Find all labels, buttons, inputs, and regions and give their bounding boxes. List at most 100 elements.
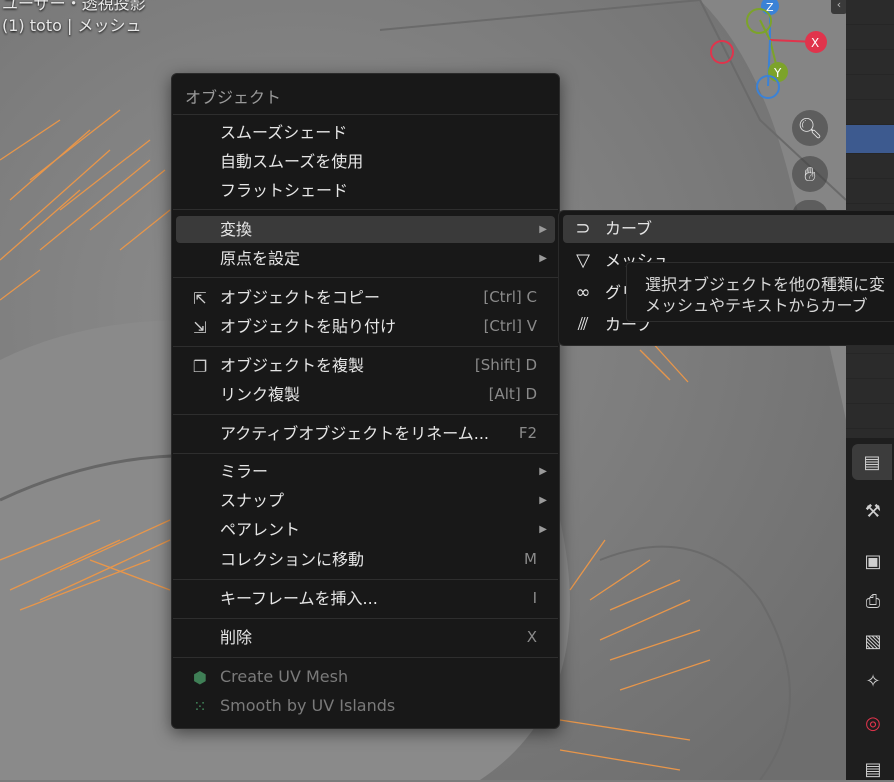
menu-item-label: リンク複製 [220,385,301,404]
menu-item-set-origin[interactable]: 原点を設定 ▶ [176,245,555,272]
menu-item-rename-active[interactable]: アクティブオブジェクトをリネーム... F2 [176,420,555,447]
gizmo-y-label: Y [773,66,782,80]
tooltip-line-2: メッシュやテキストからカーブ [645,296,868,315]
menu-item-label: オブジェクトをコピー [220,288,381,307]
menu-separator [173,657,558,658]
menu-item-label: オブジェクトを貼り付け [220,317,397,336]
uv-mesh-addon-icon: ⬢ [193,667,207,687]
menu-item-shortcut: I [532,589,537,607]
menu-item-label: スムーズシェード [220,123,348,142]
menu-separator [173,414,558,415]
outliner-row[interactable] [846,179,894,204]
menu-item-label: Create UV Mesh [220,667,349,686]
menu-item-shortcut: M [524,550,537,568]
menu-item-smooth-shade[interactable]: スムーズシェード [176,119,555,146]
menu-separator [173,277,558,278]
menu-item-parent[interactable]: ペアレント ▶ [176,516,555,543]
gizmo-x-label: X [811,36,819,50]
menu-separator [173,453,558,454]
menu-item-shortcut: [Alt] D [488,385,537,403]
submenu-arrow-icon: ▶ [539,224,547,235]
panel-collapse-arrow[interactable]: ‹ [831,0,847,14]
menu-separator [173,579,558,580]
render-properties-icon[interactable]: ▣ [860,548,886,574]
hand-pan-icon[interactable]: ✋︎ [792,156,828,192]
menu-separator [173,618,558,619]
menu-item-copy-objects[interactable]: ⇱ オブジェクトをコピー [Ctrl] C [176,284,555,311]
menu-item-flat-shade[interactable]: フラットシェード [176,177,555,204]
outliner-row[interactable] [846,379,894,404]
grease-pencil-icon: ∞ [575,282,591,303]
menu-item-mirror[interactable]: ミラー ▶ [176,458,555,485]
menu-separator [173,346,558,347]
copy-object-icon: ⇱ [193,288,207,308]
menu-item-create-uv-mesh[interactable]: ⬢ Create UV Mesh [176,663,555,690]
object-info-label: (1) toto | メッシュ [2,16,142,35]
tooltip: 選択オブジェクトを他の種類に変 メッシュやテキストからカーブ [626,262,894,322]
menu-item-duplicate[interactable]: ❐ オブジェクトを複製 [Shift] D [176,352,555,379]
menu-item-label: スナップ [220,491,285,510]
tool-settings-icon[interactable]: ⚒ [860,498,886,524]
menu-separator [173,209,558,210]
menu-item-insert-keyframe[interactable]: キーフレームを挿入... I [176,585,555,612]
properties-tab-bar: ▤ ⚒ ▣ ⎙ ▧ ✧ ◎ ▤ [846,438,894,780]
menu-item-auto-smooth[interactable]: 自動スムーズを使用 [176,148,555,175]
editor-type-icon[interactable]: ▤ [852,444,892,480]
outliner-row[interactable] [846,25,894,50]
menu-item-shortcut: [Ctrl] C [483,288,537,306]
duplicate-icon: ❐ [192,356,208,376]
menu-item-label: ミラー [220,462,269,481]
menu-item-label: ペアレント [220,520,301,539]
object-context-menu: オブジェクト スムーズシェード 自動スムーズを使用 フラットシェード 変換 ▶ … [171,73,560,729]
submenu-item-curve[interactable]: ⊃ カーブ [563,215,894,243]
menu-item-label: 変換 [220,220,253,239]
menu-item-shortcut: F2 [518,424,537,442]
outliner-row[interactable] [846,75,894,100]
menu-item-shortcut: X [526,628,537,646]
outliner-row[interactable] [846,0,894,25]
menu-item-convert[interactable]: 変換 ▶ [176,216,555,243]
mesh-icon: ▽ [576,250,590,271]
gizmo-z-label: Z [766,1,774,14]
navigation-gizmo[interactable]: Z X Y [700,0,840,110]
menu-item-label: Smooth by UV Islands [220,696,396,715]
submenu-arrow-icon: ▶ [539,253,547,264]
paste-object-icon: ⇲ [193,317,207,337]
submenu-item-label: カーブ [605,219,653,238]
menu-item-move-to-collection[interactable]: コレクションに移動 M [176,546,555,573]
uv-islands-addon-icon: ⁙ [193,696,207,716]
menu-item-smooth-uv-islands[interactable]: ⁙ Smooth by UV Islands [176,692,555,719]
menu-item-shortcut: [Ctrl] V [483,317,537,335]
menu-item-duplicate-linked[interactable]: リンク複製 [Alt] D [176,381,555,408]
outliner-row[interactable] [846,100,894,125]
menu-item-label: フラットシェード [220,181,349,200]
menu-item-label: 削除 [220,628,253,647]
outliner-row[interactable] [846,50,894,75]
collection-properties-icon[interactable]: ▤ [860,756,886,782]
menu-item-label: アクティブオブジェクトをリネーム... [220,424,490,443]
menu-item-label: 原点を設定 [220,249,301,268]
curves-hair-icon: ⫻ [577,314,589,335]
menu-item-label: キーフレームを挿入... [220,589,378,608]
menu-separator [173,114,558,115]
menu-title: オブジェクト [185,88,282,107]
menu-item-snap[interactable]: スナップ ▶ [176,487,555,514]
scene-properties-icon[interactable]: ✧ [860,668,886,694]
output-properties-icon[interactable]: ⎙ [860,588,886,614]
submenu-arrow-icon: ▶ [539,524,547,535]
outliner-row[interactable] [846,154,894,179]
menu-item-label: コレクションに移動 [220,550,365,569]
menu-item-label: オブジェクトを複製 [220,356,365,375]
world-properties-icon[interactable]: ◎ [860,710,886,736]
outliner-row[interactable] [846,404,894,429]
menu-item-label: 自動スムーズを使用 [220,152,364,171]
menu-item-shortcut: [Shift] D [474,356,537,374]
outliner-row-selected[interactable] [846,125,894,154]
outliner-row[interactable] [846,354,894,379]
zoom-icon[interactable]: 🔍︎ [792,110,828,146]
view-layer-icon[interactable]: ▧ [860,628,886,654]
menu-item-paste-objects[interactable]: ⇲ オブジェクトを貼り付け [Ctrl] V [176,313,555,340]
menu-item-delete[interactable]: 削除 X [176,624,555,651]
submenu-arrow-icon: ▶ [539,495,547,506]
curve-icon: ⊃ [575,218,591,239]
